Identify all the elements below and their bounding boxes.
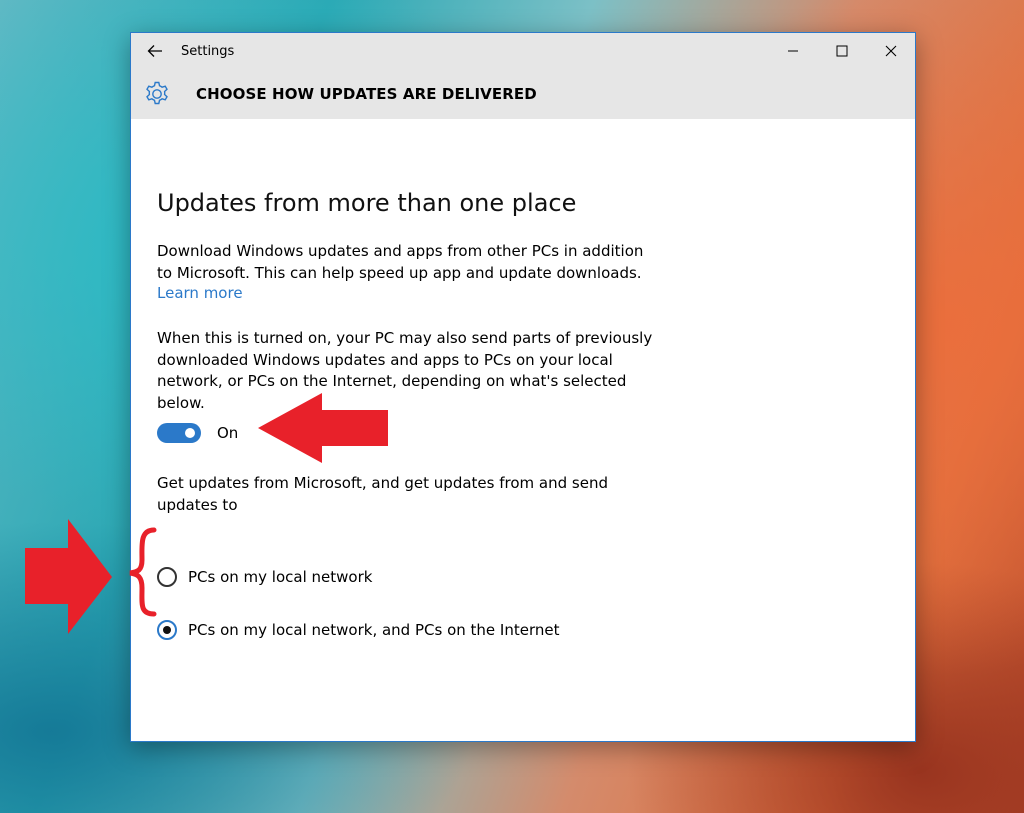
get-updates-label: Get updates from Microsoft, and get upda… <box>157 474 608 514</box>
radio-button-unchecked[interactable] <box>157 567 177 587</box>
page-title: CHOOSE HOW UPDATES ARE DELIVERED <box>196 85 537 103</box>
maximize-button[interactable] <box>817 33 866 69</box>
arrow-right-annotation <box>25 519 112 634</box>
learn-more-link[interactable]: Learn more <box>157 284 243 302</box>
minimize-button[interactable] <box>768 33 817 69</box>
radio-label-local: PCs on my local network <box>188 568 373 586</box>
toggle-row: On <box>157 423 238 443</box>
radio-option-local-network[interactable]: PCs on my local network <box>157 567 372 587</box>
window-controls <box>768 33 915 69</box>
close-button[interactable] <box>866 33 915 69</box>
radio-option-local-and-internet[interactable]: PCs on my local network, and PCs on the … <box>157 620 559 640</box>
title-bar: Settings <box>131 33 915 69</box>
minimize-icon <box>787 50 798 52</box>
page-header: CHOOSE HOW UPDATES ARE DELIVERED <box>131 69 915 119</box>
settings-window: Settings CHOOSE HOW UPDATES ARE DELIVERE… <box>130 32 916 742</box>
radio-dot <box>163 626 171 634</box>
radio-label-internet: PCs on my local network, and PCs on the … <box>188 621 560 639</box>
section-heading: Updates from more than one place <box>157 189 577 217</box>
toggle-info-text: When this is turned on, your PC may also… <box>157 329 653 412</box>
updates-toggle-switch[interactable] <box>157 423 201 443</box>
description-text: Download Windows updates and apps from o… <box>157 242 644 282</box>
back-button[interactable] <box>131 33 179 69</box>
maximize-icon <box>836 45 847 57</box>
toggle-state-label: On <box>217 424 239 442</box>
close-icon <box>885 45 896 57</box>
radio-button-checked[interactable] <box>157 620 177 640</box>
window-title: Settings <box>181 43 235 59</box>
header-icon <box>143 80 171 108</box>
toggle-knob <box>185 428 195 438</box>
arrow-left-icon <box>147 45 162 57</box>
gear-icon <box>146 81 168 105</box>
